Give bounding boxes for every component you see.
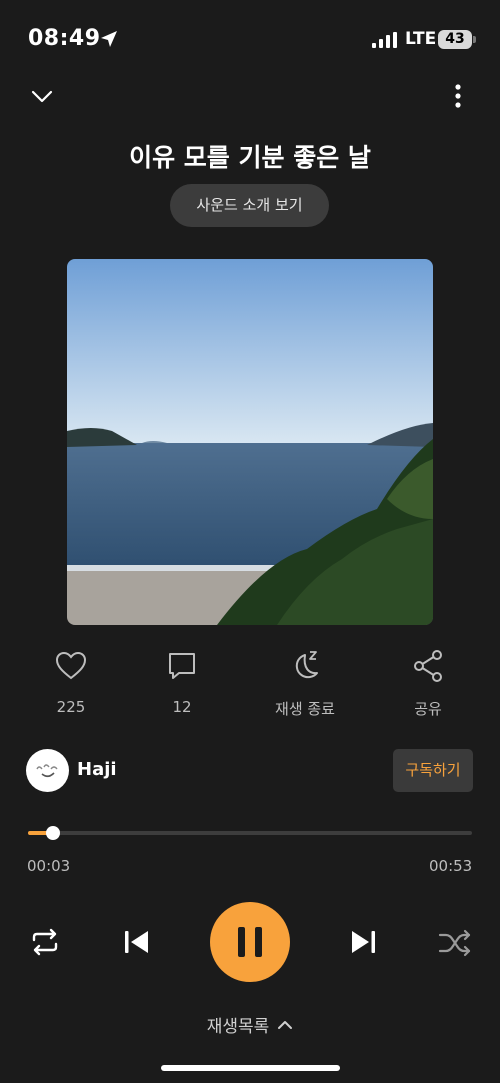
battery-level: 43	[438, 30, 472, 49]
skip-next-icon[interactable]	[346, 925, 380, 959]
album-artwork	[67, 259, 433, 625]
skip-previous-icon[interactable]	[120, 925, 154, 959]
current-time: 00:03	[27, 857, 71, 875]
comment-icon	[169, 653, 195, 679]
like-count: 225	[56, 698, 86, 716]
comment-action[interactable]: 12	[132, 648, 232, 716]
shuffle-icon[interactable]	[437, 925, 473, 959]
home-indicator	[161, 1065, 340, 1071]
sleep-timer-action[interactable]: 재생 종료	[255, 648, 355, 719]
network-type: LTE	[405, 29, 437, 49]
share-icon	[414, 650, 442, 682]
progress-knob[interactable]	[46, 826, 60, 840]
location-arrow-icon	[101, 31, 117, 47]
playlist-label: 재생목록	[206, 1017, 270, 1037]
share-label: 공유	[414, 700, 442, 718]
artist-name[interactable]: Haji	[77, 759, 117, 780]
share-action[interactable]: 공유	[378, 648, 478, 719]
chevron-up-icon	[278, 1020, 293, 1029]
chevron-down-icon[interactable]	[28, 82, 56, 110]
pause-icon	[238, 927, 262, 957]
comment-count: 12	[172, 698, 192, 716]
signal-icon	[372, 32, 397, 48]
like-action[interactable]: 225	[21, 648, 121, 716]
repeat-icon[interactable]	[28, 925, 62, 959]
moon-zzz-icon	[295, 651, 318, 679]
avatar-logo-icon	[35, 763, 58, 777]
more-vertical-icon[interactable]	[444, 82, 472, 110]
progress-track[interactable]	[28, 831, 472, 835]
playlist-button[interactable]: 재생목록	[0, 1012, 500, 1037]
total-time: 00:53	[429, 857, 473, 875]
heart-icon	[55, 651, 87, 680]
pause-button[interactable]	[210, 902, 290, 982]
sound-intro-button[interactable]: 사운드 소개 보기	[170, 184, 329, 227]
artist-avatar[interactable]	[26, 749, 69, 792]
battery-nub	[473, 36, 476, 43]
status-time: 08:49	[28, 26, 101, 51]
subscribe-button[interactable]: 구독하기	[393, 749, 473, 792]
track-title: 이유 모를 기분 좋은 날	[129, 143, 371, 172]
sleep-timer-label: 재생 종료	[275, 700, 335, 718]
